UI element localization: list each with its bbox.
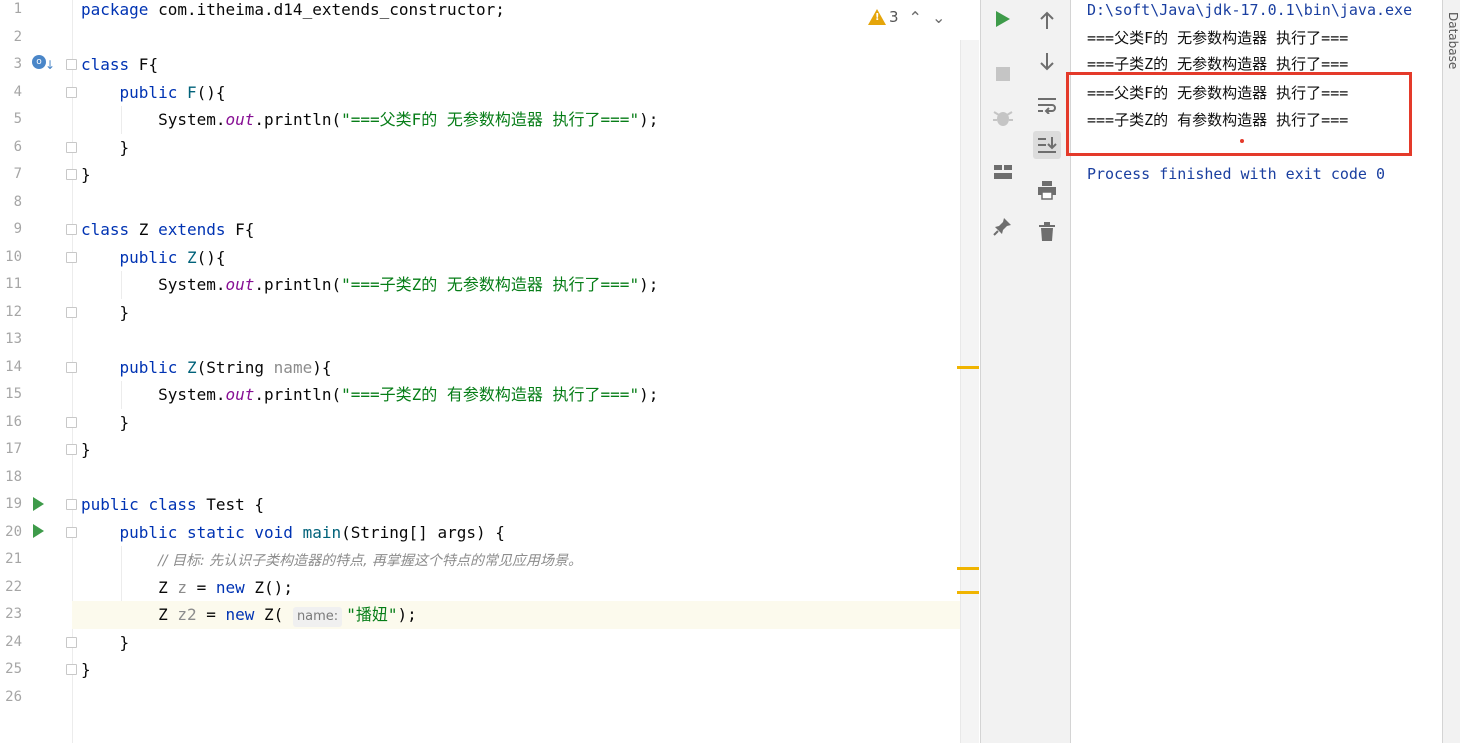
run-toolbar-primary xyxy=(980,0,1026,743)
console-exit-line: Process finished with exit code 0 xyxy=(1087,165,1386,183)
down-arrow-icon: ↓ xyxy=(45,58,56,72)
next-occurrence-button[interactable] xyxy=(1033,48,1061,76)
code-line[interactable]: } xyxy=(81,656,91,684)
code-line[interactable]: } xyxy=(81,436,91,464)
line-number: 11 xyxy=(5,276,22,292)
code-line[interactable]: class F{ xyxy=(81,51,158,79)
parameter-hint: name: xyxy=(292,607,343,627)
line-number: 22 xyxy=(5,578,22,595)
code-line[interactable]: System.out.println("===子类Z的 无参数构造器 执行了==… xyxy=(81,271,658,299)
line-number: 15 xyxy=(5,386,22,402)
line-number: 3 xyxy=(13,56,22,72)
previous-occurrence-button[interactable] xyxy=(1033,6,1061,34)
line-number: 13 xyxy=(5,331,22,347)
editor-gutter: 1 2 3 4 5 6 7 8 9 10 11 12 13 14 15 16 1… xyxy=(0,0,77,743)
editor-scrollbar[interactable] xyxy=(957,40,979,743)
code-line[interactable]: } xyxy=(81,299,130,327)
stop-button[interactable] xyxy=(989,60,1017,88)
code-line[interactable]: public class Test { xyxy=(81,491,264,519)
chevron-down-icon[interactable]: ⌄ xyxy=(932,8,945,27)
console-line: ===子类Z的 无参数构造器 执行了=== xyxy=(1087,55,1349,73)
database-tool-tab[interactable]: Database xyxy=(1446,12,1460,72)
code-line[interactable]: } xyxy=(81,134,130,162)
line-number: 7 xyxy=(13,166,22,182)
overridden-method-icon[interactable]: o xyxy=(32,55,46,69)
line-number: 24 xyxy=(5,633,22,650)
line-number: 21 xyxy=(5,551,22,567)
debug-disabled-icon xyxy=(993,111,1013,126)
code-line[interactable]: class Z extends F{ xyxy=(81,216,254,244)
line-number: 2 xyxy=(13,28,22,45)
line-number: 9 xyxy=(13,221,22,237)
layout-icon xyxy=(994,165,1012,179)
line-number: 26 xyxy=(5,688,22,705)
line-number: 16 xyxy=(5,413,22,430)
run-class-icon[interactable] xyxy=(33,497,44,511)
pin-icon xyxy=(993,218,1011,236)
console-line: ===父类F的 无参数构造器 执行了=== xyxy=(1087,29,1349,47)
right-tool-strip xyxy=(1442,0,1460,743)
code-line[interactable]: package com.itheima.d14_extends_construc… xyxy=(81,0,505,24)
chevron-up-icon[interactable]: ⌃ xyxy=(909,8,922,27)
line-number: 4 xyxy=(13,83,22,100)
print-button[interactable] xyxy=(1033,176,1061,204)
line-number: 19 xyxy=(5,496,22,512)
code-line[interactable]: } xyxy=(81,161,91,189)
code-area[interactable]: package com.itheima.d14_extends_construc… xyxy=(72,0,960,743)
code-line[interactable]: public Z(String name){ xyxy=(81,354,332,382)
code-line[interactable]: Z z = new Z(); xyxy=(81,574,293,602)
trash-icon xyxy=(1039,222,1055,241)
inspection-widget[interactable]: ! 3 ⌃ ⌄ xyxy=(868,6,945,28)
code-line[interactable]: public F(){ xyxy=(81,79,226,107)
line-number: 18 xyxy=(5,468,22,485)
warning-count: 3 xyxy=(889,8,899,26)
stop-icon xyxy=(996,67,1010,81)
code-line[interactable]: // 目标: 先认识子类构造器的特点, 再掌握这个特点的常见应用场景。 xyxy=(81,546,582,574)
line-number: 20 xyxy=(5,523,22,540)
clear-all-button[interactable] xyxy=(1033,218,1061,246)
line-number: 10 xyxy=(5,248,22,265)
warning-stripe-marker[interactable] xyxy=(957,591,979,594)
red-annotation-box xyxy=(1066,72,1412,156)
line-number: 5 xyxy=(13,111,22,127)
code-editor[interactable]: 1 2 3 4 5 6 7 8 9 10 11 12 13 14 15 16 1… xyxy=(0,0,980,743)
debug-button[interactable] xyxy=(989,103,1017,131)
line-number: 17 xyxy=(5,441,22,457)
run-button[interactable] xyxy=(989,5,1017,33)
run-icon xyxy=(996,11,1010,27)
red-annotation-dot xyxy=(1240,139,1244,143)
line-number: 1 xyxy=(13,1,22,17)
code-line[interactable]: } xyxy=(81,409,130,437)
code-line[interactable]: } xyxy=(81,629,130,657)
code-line[interactable]: public static void main(String[] args) { xyxy=(81,519,505,547)
run-main-icon[interactable] xyxy=(33,524,44,538)
pin-button[interactable] xyxy=(989,212,1017,240)
line-number: 8 xyxy=(13,193,22,210)
code-line[interactable]: System.out.println("===父类F的 无参数构造器 执行了==… xyxy=(81,106,658,134)
code-line-current[interactable]: Z z2 = new Z( name: "播妞"); xyxy=(72,601,960,629)
console-line-command: D:\soft\Java\jdk-17.0.1\bin\java.exe xyxy=(1087,1,1413,19)
run-toolbar-secondary xyxy=(1025,0,1071,743)
soft-wrap-button[interactable] xyxy=(1033,91,1061,119)
line-number: 6 xyxy=(13,138,22,155)
warnings-indicator[interactable]: ! 3 xyxy=(868,8,899,26)
line-number: 25 xyxy=(5,661,22,677)
down-arrow-icon xyxy=(1040,53,1054,71)
soft-wrap-icon xyxy=(1038,98,1056,114)
line-number: 12 xyxy=(5,303,22,320)
code-line[interactable]: System.out.println("===子类Z的 有参数构造器 执行了==… xyxy=(81,381,658,409)
warning-icon: ! xyxy=(868,9,886,25)
scroll-to-end-button[interactable] xyxy=(1033,131,1061,159)
line-number: 14 xyxy=(5,358,22,375)
line-number: 23 xyxy=(5,606,22,622)
print-icon xyxy=(1038,181,1056,200)
up-arrow-icon xyxy=(1040,11,1054,29)
scroll-to-end-icon xyxy=(1038,137,1057,153)
layout-button[interactable] xyxy=(989,158,1017,186)
warning-stripe-marker[interactable] xyxy=(957,366,979,369)
code-line[interactable]: public Z(){ xyxy=(81,244,226,272)
warning-stripe-marker[interactable] xyxy=(957,567,979,570)
